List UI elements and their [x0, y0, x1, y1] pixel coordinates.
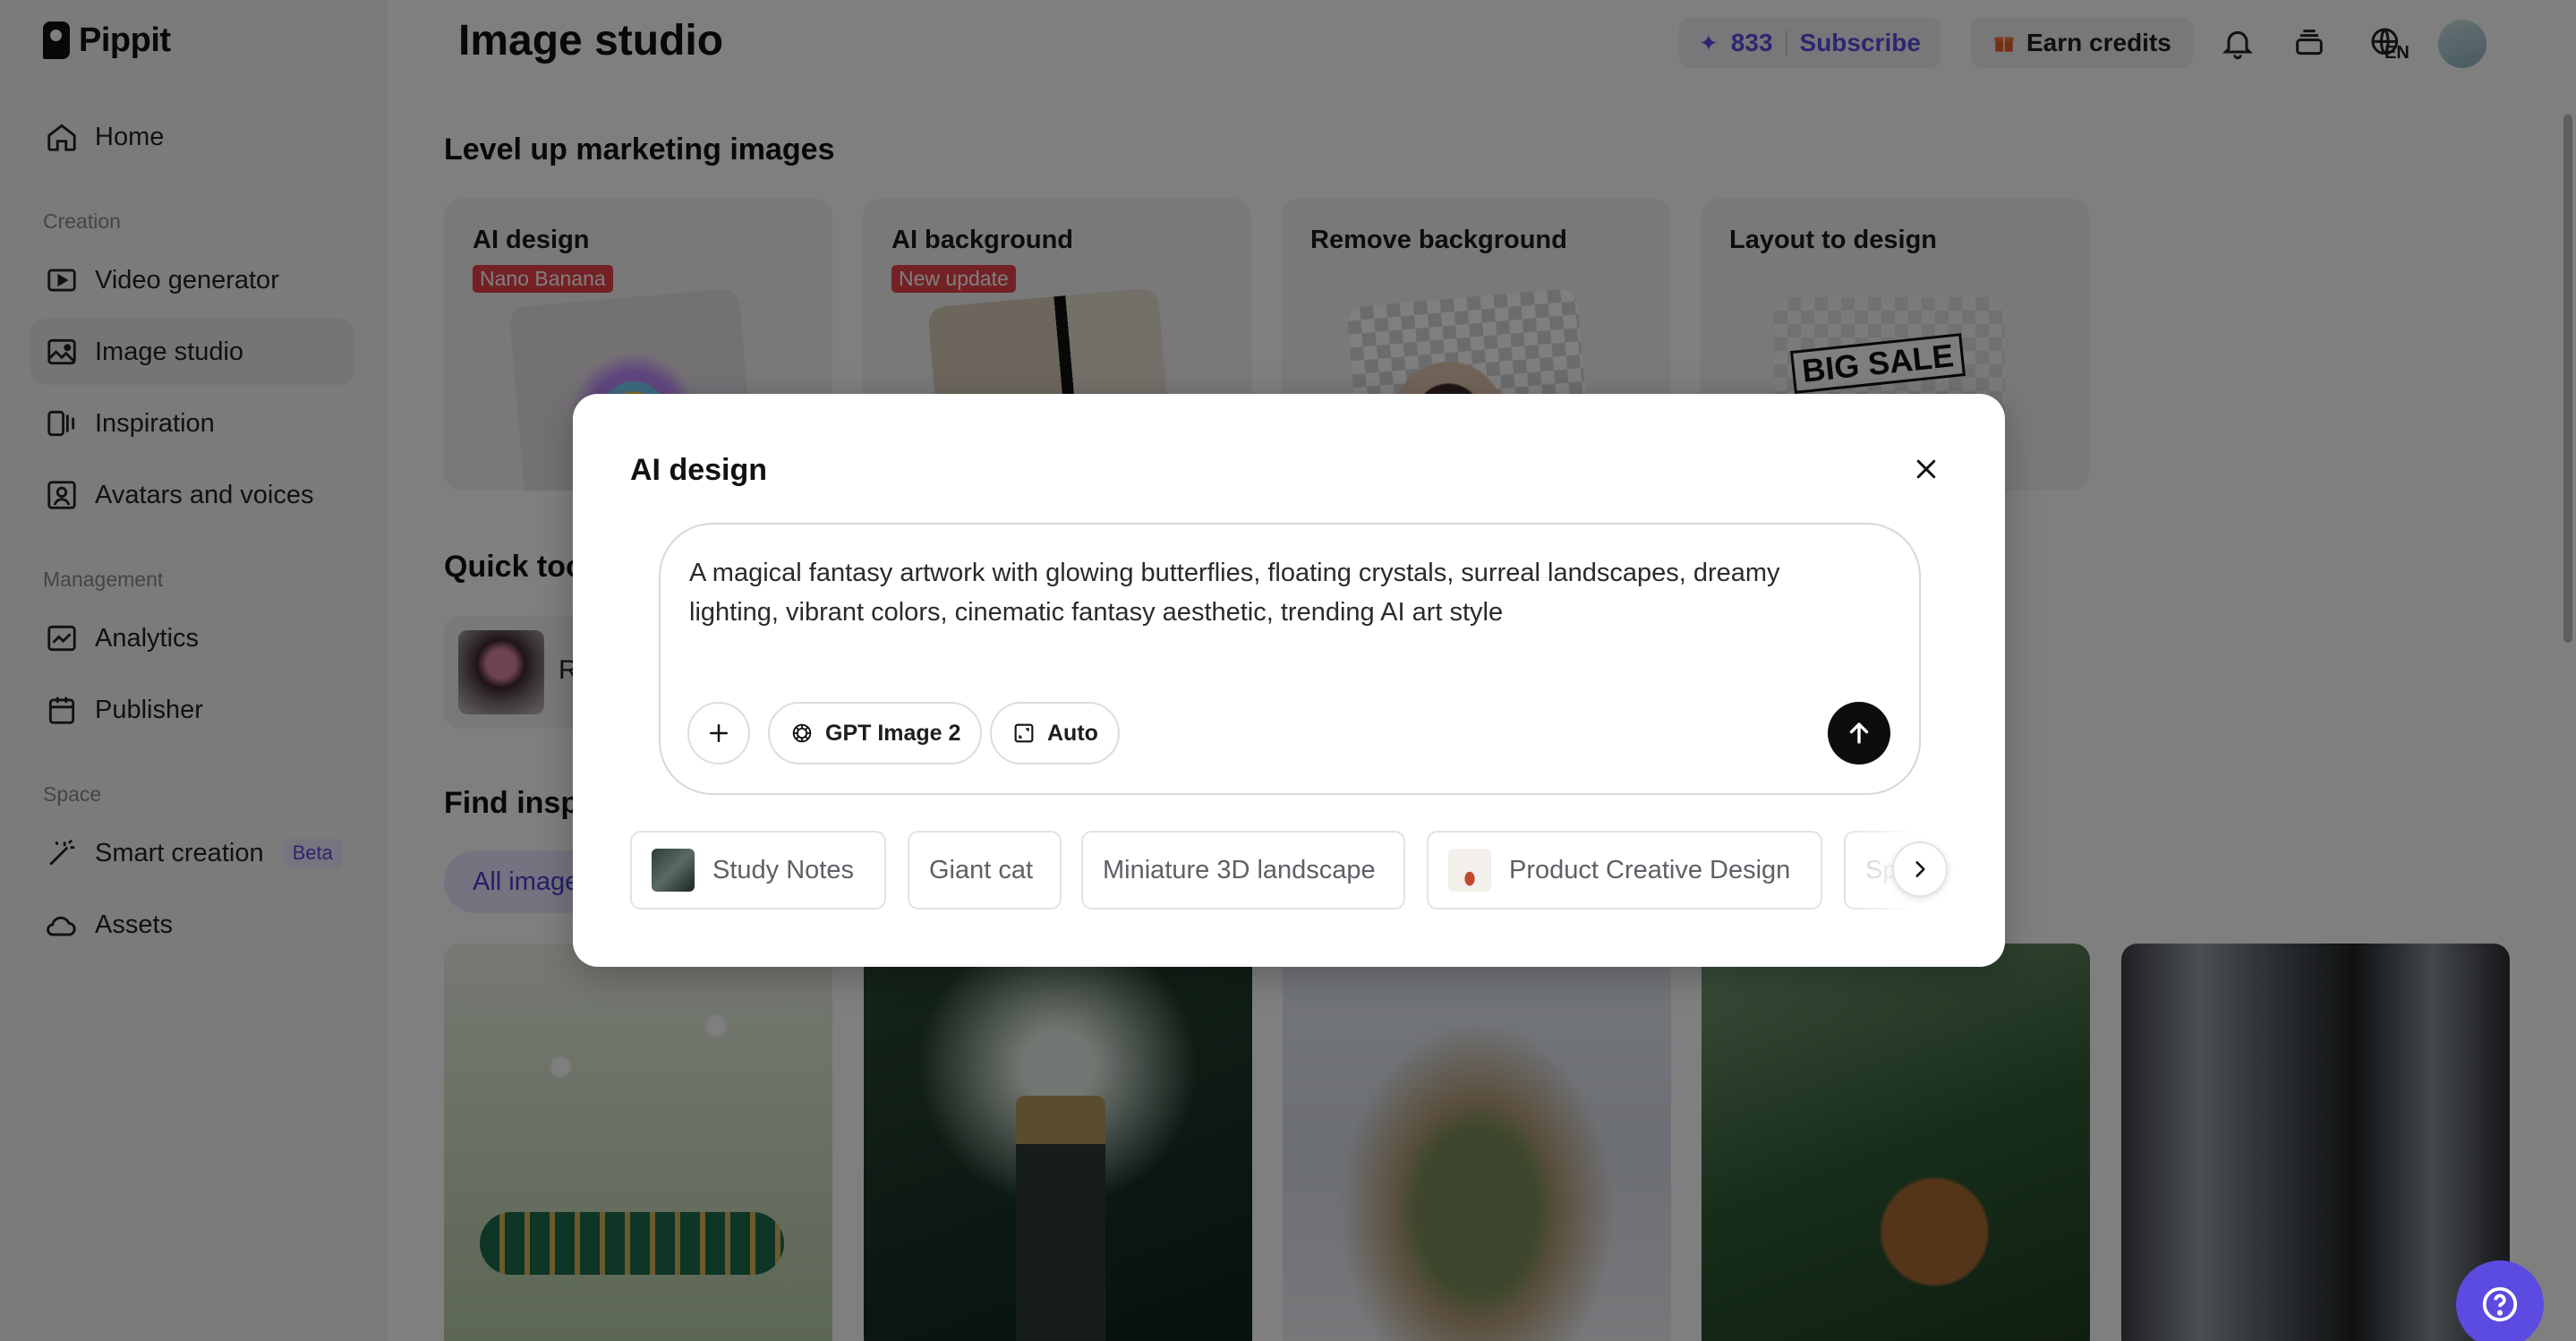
close-button[interactable] — [1905, 448, 1948, 491]
ai-design-modal: AI design A magical fantasy artwork with… — [573, 394, 2005, 967]
suggestion-label: Miniature 3D landscape — [1103, 855, 1376, 884]
prompt-textarea[interactable]: A magical fantasy artwork with glowing b… — [689, 553, 1871, 632]
suggestion-chip[interactable]: Product Creative Design — [1427, 831, 1822, 910]
suggestion-chip[interactable]: Giant cat — [908, 831, 1062, 910]
suggestion-label: Product Creative Design — [1509, 855, 1791, 884]
modal-title: AI design — [630, 453, 768, 487]
prompt-input-box[interactable]: A magical fantasy artwork with glowing b… — [659, 523, 1921, 795]
aspect-ratio-label: Auto — [1047, 720, 1098, 746]
plus-icon — [710, 724, 728, 742]
aspect-ratio-button[interactable]: Auto — [990, 702, 1120, 764]
model-selector-button[interactable]: GPT Image 2 — [768, 702, 983, 764]
suggestion-chip[interactable]: Miniature 3D landscape — [1081, 831, 1405, 910]
aspect-ratio-icon — [1014, 723, 1034, 743]
send-button[interactable] — [1828, 702, 1890, 764]
add-attachment-button[interactable] — [687, 702, 750, 764]
suggestion-chip[interactable]: Study Notes — [630, 831, 886, 910]
suggestion-thumbnail — [1448, 849, 1491, 892]
suggestion-label: Giant cat — [929, 855, 1034, 884]
close-icon — [1916, 459, 1936, 479]
suggestion-thumbnail — [652, 849, 695, 892]
suggestion-label: Study Notes — [712, 855, 854, 884]
suggestions-next-button[interactable] — [1892, 841, 1948, 897]
arrow-up-icon — [1849, 722, 1869, 744]
help-icon — [2482, 1286, 2518, 1322]
chevron-right-icon — [1915, 861, 1925, 877]
model-label: GPT Image 2 — [825, 720, 961, 746]
help-button[interactable] — [2456, 1260, 2544, 1341]
openai-icon — [792, 723, 812, 743]
